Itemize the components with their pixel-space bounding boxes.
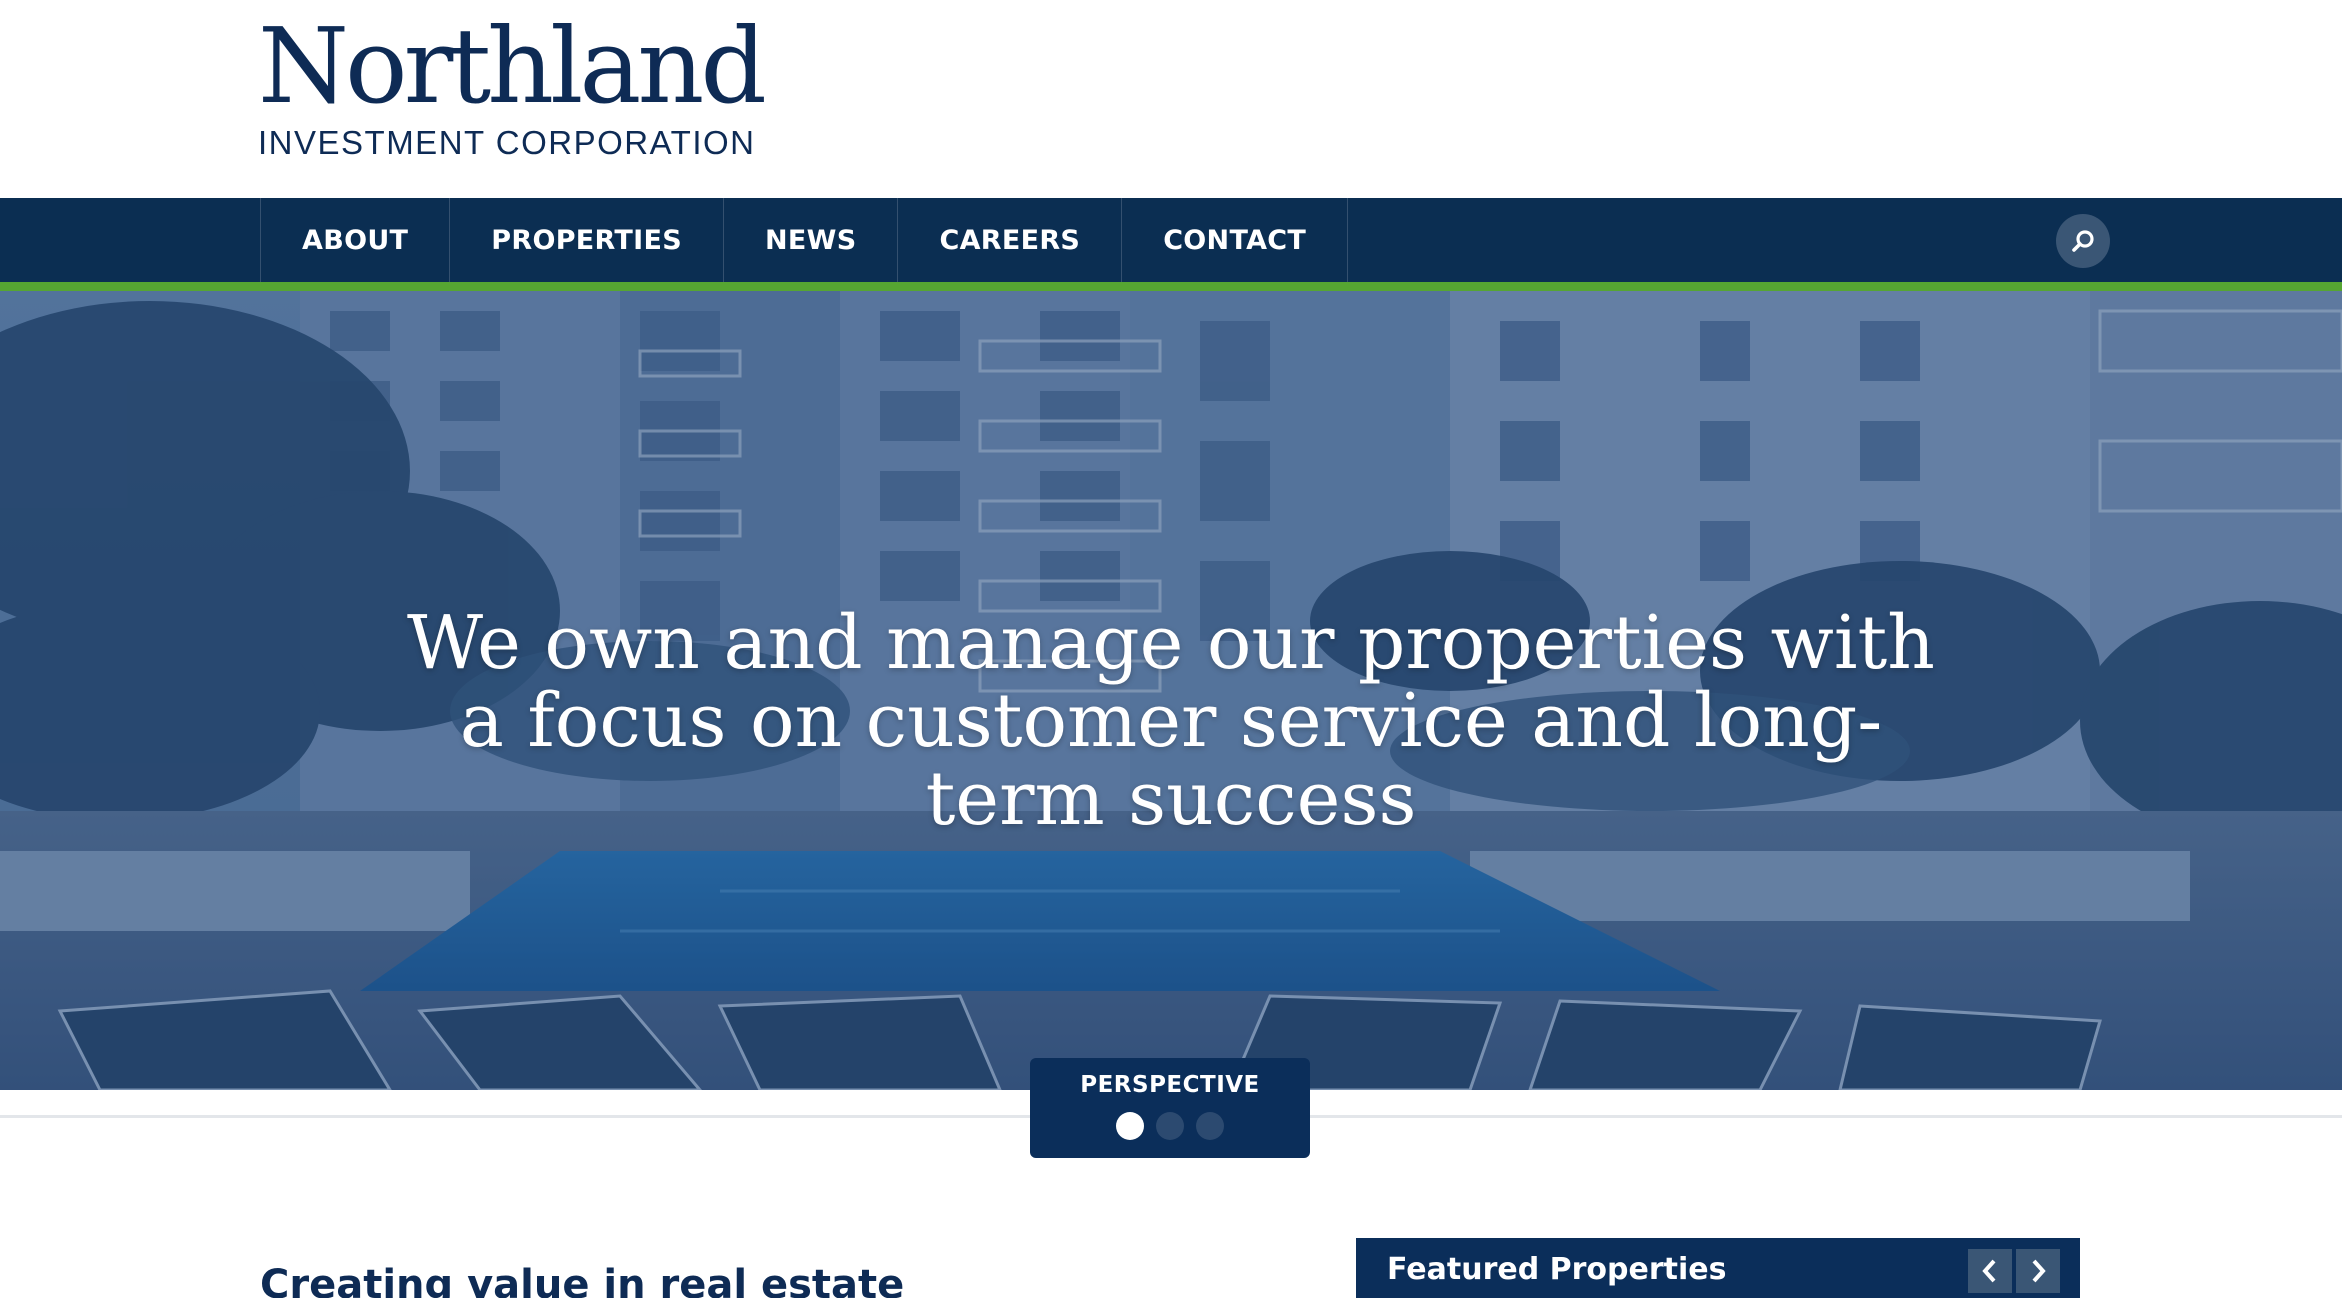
logo-wordmark: Northland (258, 5, 767, 127)
nav-accent-bar (0, 282, 2342, 291)
nav-item-about[interactable]: ABOUT (261, 198, 451, 282)
slide-dots (1030, 1112, 1310, 1140)
search-button[interactable] (2056, 214, 2110, 268)
nav-menu: ABOUT PROPERTIES NEWS CAREERS CONTACT (260, 198, 1349, 282)
search-icon (2072, 230, 2094, 252)
nav-item-news[interactable]: NEWS (724, 198, 899, 282)
next-button[interactable] (2016, 1249, 2060, 1293)
featured-properties-header: Featured Properties (1356, 1238, 2080, 1298)
slide-label: PERSPECTIVE (1080, 1072, 1260, 1098)
slide-dot-2[interactable] (1156, 1112, 1184, 1140)
slide-dot-1[interactable] (1116, 1112, 1144, 1140)
prev-button[interactable] (1968, 1249, 2012, 1293)
nav-item-careers[interactable]: CAREERS (898, 198, 1123, 282)
slide-selector: PERSPECTIVE (1030, 1058, 1310, 1158)
featured-title: Featured Properties (1387, 1252, 1727, 1287)
nav-item-contact[interactable]: CONTACT (1122, 198, 1349, 282)
site-header: Northland INVESTMENT CORPORATION (0, 0, 2342, 198)
hero-headline: We own and manage our properties with a … (407, 600, 1935, 842)
slide-dot-3[interactable] (1196, 1112, 1224, 1140)
main-nav: ABOUT PROPERTIES NEWS CAREERS CONTACT (0, 198, 2342, 282)
nav-item-properties[interactable]: PROPERTIES (450, 198, 724, 282)
logo[interactable]: Northland INVESTMENT CORPORATION (258, 5, 767, 162)
hero-banner: We own and manage our properties with a … (0, 291, 2342, 1090)
chevron-right-icon (2032, 1259, 2046, 1283)
intro-heading: Creating value in real estate (260, 1262, 905, 1298)
logo-tagline: INVESTMENT CORPORATION (258, 124, 756, 161)
chevron-left-icon (1982, 1259, 1996, 1283)
